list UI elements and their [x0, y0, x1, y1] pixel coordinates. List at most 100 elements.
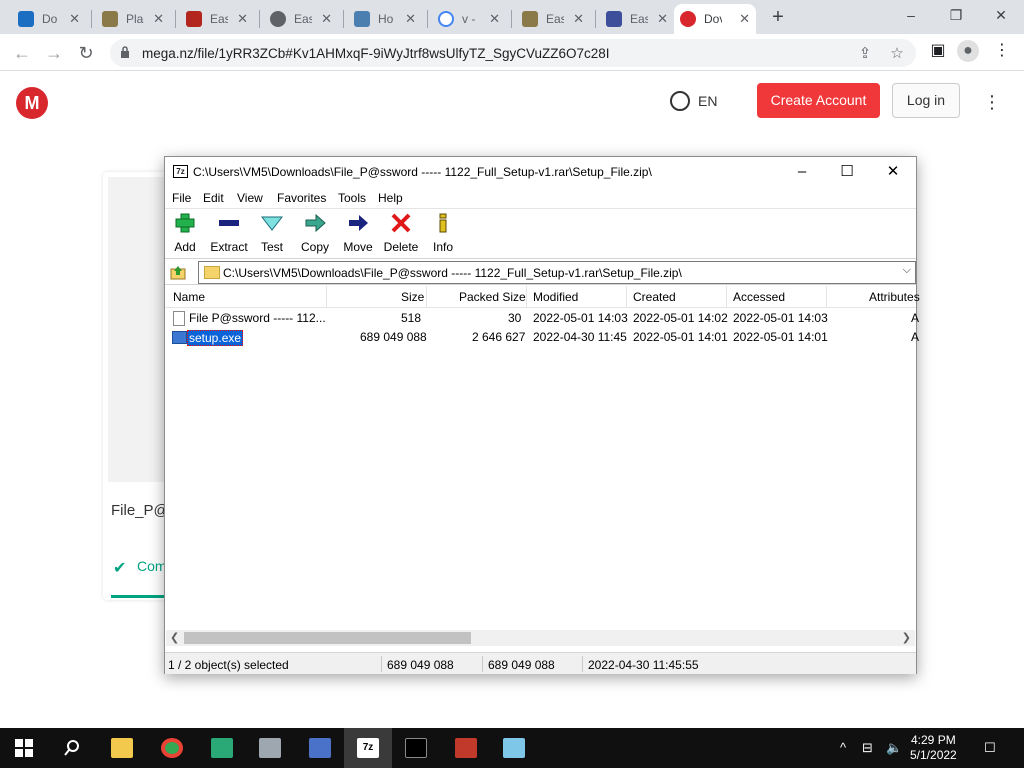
scrollbar-thumb[interactable] [184, 632, 471, 644]
cell-modified: 2022-04-30 11:45 [533, 330, 627, 344]
network-icon[interactable]: ⊟ [862, 740, 873, 756]
browser-tab-3[interactable]: Eas ✕ [180, 4, 254, 34]
browser-tab-6[interactable]: v - ✕ [432, 4, 506, 34]
menu-view[interactable]: View [237, 191, 263, 205]
tab-close-icon[interactable]: ✕ [69, 11, 80, 27]
new-tab-icon[interactable]: + [767, 6, 789, 28]
taskbar-7zip[interactable]: 7z [344, 728, 392, 768]
back-icon[interactable]: ← [10, 41, 34, 65]
browser-tab-1[interactable]: Do ✕ [12, 4, 86, 34]
add-button[interactable]: Add [173, 213, 197, 254]
browser-tab-7[interactable]: Eas ✕ [516, 4, 590, 34]
login-button[interactable]: Log in [892, 83, 960, 118]
col-name[interactable]: Name [173, 290, 205, 304]
forward-icon[interactable]: → [42, 41, 66, 65]
tab-close-icon[interactable]: ✕ [657, 11, 668, 27]
browser-tab-8[interactable]: Eas ✕ [600, 4, 674, 34]
info-button[interactable]: Info [431, 213, 455, 254]
profile-avatar-icon[interactable]: ● [957, 40, 979, 62]
path-combobox[interactable]: C:\Users\VM5\Downloads\File_P@ssword ---… [198, 261, 916, 284]
chevron-up-icon[interactable]: ^ [840, 740, 846, 755]
close-icon[interactable]: ✕ [873, 161, 913, 183]
table-row-selected[interactable]: setup.exe 689 049 088 2 646 627 2022-04-… [165, 328, 919, 347]
col-attributes[interactable]: Attributes [869, 290, 920, 304]
table-row[interactable]: File P@ssword ----- 112... 518 30 2022-0… [165, 309, 920, 328]
reload-icon[interactable]: ↻ [74, 41, 98, 65]
cell-attr: A [911, 311, 920, 325]
taskbar-app-4[interactable] [246, 728, 294, 768]
delete-label: Delete [383, 240, 419, 254]
delete-button[interactable]: Delete [383, 213, 419, 254]
copy-arrow-icon [305, 213, 326, 233]
browser-tab-4[interactable]: Eas ✕ [264, 4, 338, 34]
taskbar-app-9[interactable] [490, 728, 538, 768]
copy-button[interactable]: Copy [301, 213, 329, 254]
tab-close-icon[interactable]: ✕ [237, 11, 248, 27]
tab-close-icon[interactable]: ✕ [573, 11, 584, 27]
cell-size: 518 [401, 311, 422, 325]
taskbar-file-explorer[interactable] [98, 728, 146, 768]
search-button[interactable] [48, 728, 96, 768]
tab-title: v - [462, 12, 476, 26]
minimize-icon[interactable]: – [782, 161, 822, 183]
move-button[interactable]: Move [342, 213, 374, 254]
system-clock[interactable]: 4:29 PM 5/1/2022 [910, 733, 957, 763]
col-created[interactable]: Created [633, 290, 676, 304]
status-size: 689 049 088 [387, 658, 454, 672]
menu-help[interactable]: Help [378, 191, 403, 205]
copy-label: Copy [301, 240, 330, 254]
test-button[interactable]: Test [260, 213, 284, 254]
tab-close-icon[interactable]: ✕ [489, 11, 500, 27]
tab-close-icon[interactable]: ✕ [153, 11, 164, 27]
chevron-down-icon[interactable]: ⌵ [903, 264, 911, 277]
browser-tab-2[interactable]: Plac ✕ [96, 4, 170, 34]
scroll-left-icon[interactable]: ❮ [170, 631, 179, 644]
folder-up-icon[interactable] [170, 264, 186, 280]
menu-favorites[interactable]: Favorites [277, 191, 326, 205]
scroll-right-icon[interactable]: ❯ [902, 631, 911, 644]
globe-icon [670, 91, 690, 111]
col-size[interactable]: Size [401, 290, 424, 304]
taskbar-terminal[interactable] [392, 728, 440, 768]
address-bar[interactable]: mega.nz/file/1yRR3ZCb#Kv1AHMxqF-9iWyJtrf… [110, 39, 916, 67]
side-panel-icon[interactable]: ▣ [926, 39, 950, 63]
maximize-icon[interactable]: ☐ [827, 161, 867, 183]
tab-title: Dov [704, 12, 722, 26]
folder-icon [111, 738, 133, 758]
status-modified: 2022-04-30 11:45:55 [588, 658, 699, 672]
menu-tools[interactable]: Tools [338, 191, 366, 205]
col-accessed[interactable]: Accessed [733, 290, 785, 304]
bookmark-star-icon[interactable]: ☆ [887, 44, 907, 64]
chrome-menu-icon[interactable]: ⋮ [990, 39, 1014, 63]
horizontal-scrollbar[interactable]: ❮ ❯ [166, 630, 915, 646]
mega-logo[interactable]: M [16, 87, 48, 119]
tab-title: Eas [210, 12, 228, 26]
taskbar-app-8[interactable] [442, 728, 490, 768]
more-menu-icon[interactable]: ⋮ [982, 90, 1002, 114]
taskbar-app-3[interactable] [198, 728, 246, 768]
restore-icon[interactable]: ❐ [941, 4, 971, 26]
close-window-icon[interactable]: ✕ [986, 4, 1016, 26]
col-modified[interactable]: Modified [533, 290, 578, 304]
tab-close-icon[interactable]: ✕ [321, 11, 332, 27]
create-account-button[interactable]: Create Account [757, 83, 880, 118]
file-card: File_P@ ✔ Com [103, 172, 173, 600]
minimize-icon[interactable]: – [896, 4, 926, 26]
notification-icon[interactable]: ☐ [984, 740, 996, 756]
language-selector[interactable]: EN [670, 91, 717, 111]
tab-title: Eas [546, 12, 564, 26]
extract-button[interactable]: Extract [209, 213, 249, 254]
tab-close-icon[interactable]: ✕ [405, 11, 416, 27]
menu-edit[interactable]: Edit [203, 191, 224, 205]
volume-icon[interactable]: 🔈 [886, 740, 902, 756]
col-packed-size[interactable]: Packed Size [459, 290, 526, 304]
share-icon[interactable]: ⇪ [855, 44, 875, 64]
tab-close-icon[interactable]: ✕ [739, 11, 750, 27]
menu-file[interactable]: File [172, 191, 191, 205]
7zip-titlebar[interactable]: 7z C:\Users\VM5\Downloads\File_P@ssword … [165, 157, 916, 187]
taskbar-app-5[interactable] [296, 728, 344, 768]
taskbar-chrome[interactable] [148, 728, 196, 768]
start-button[interactable] [0, 728, 48, 768]
browser-tab-5[interactable]: Ho ✕ [348, 4, 422, 34]
browser-tab-active[interactable]: Dov ✕ [674, 4, 756, 34]
